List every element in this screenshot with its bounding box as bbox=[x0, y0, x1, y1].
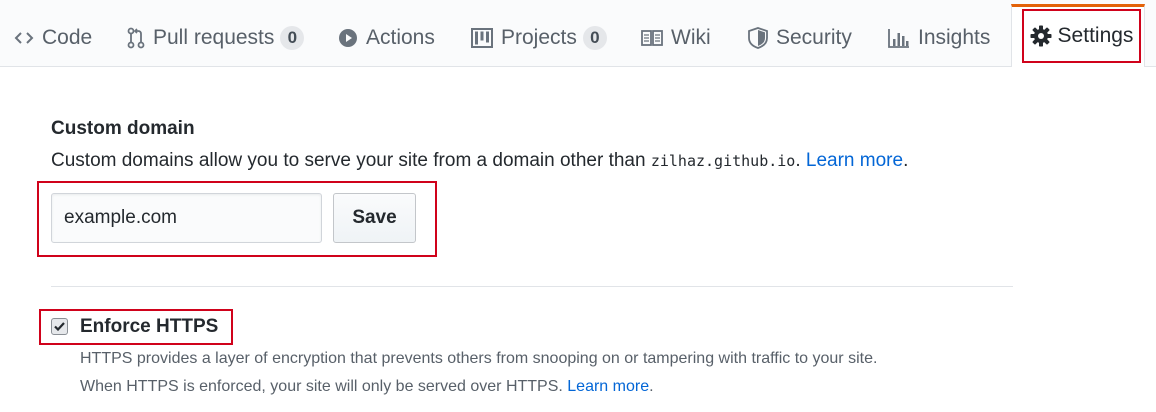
custom-domain-heading: Custom domain bbox=[51, 118, 195, 139]
enforce-https-note-line1: HTTPS provides a layer of encryption tha… bbox=[80, 350, 878, 367]
custom-domain-description-text: Custom domains allow you to serve your s… bbox=[51, 150, 651, 171]
tab-insights-label: Insights bbox=[918, 26, 991, 49]
settings-page: Code Pull requests 0 Actions Projects 0 bbox=[0, 0, 1156, 412]
projects-counter: 0 bbox=[582, 26, 607, 50]
custom-domain-description-end: . bbox=[903, 150, 909, 171]
shield-icon bbox=[748, 27, 768, 49]
tab-actions-label: Actions bbox=[366, 26, 435, 49]
custom-domain-description: Custom domains allow you to serve your s… bbox=[51, 150, 908, 172]
code-icon bbox=[14, 30, 34, 46]
enforce-https-checkbox[interactable] bbox=[51, 318, 68, 335]
enforce-https-note-line2-text: When HTTPS is enforced, your site will o… bbox=[80, 378, 568, 395]
tab-insights[interactable]: Insights bbox=[888, 22, 990, 54]
tab-projects[interactable]: Projects 0 bbox=[471, 22, 607, 54]
save-button[interactable]: Save bbox=[333, 193, 416, 243]
tab-actions[interactable]: Actions bbox=[338, 22, 435, 54]
tab-settings-label: Settings bbox=[1057, 24, 1134, 47]
tab-settings[interactable]: Settings bbox=[1022, 9, 1141, 63]
tab-code[interactable]: Code bbox=[14, 22, 92, 54]
tab-projects-label: Projects bbox=[501, 26, 577, 49]
custom-domain-learn-more-link[interactable]: Learn more bbox=[806, 150, 903, 171]
pull-requests-counter: 0 bbox=[280, 26, 305, 50]
tab-security-label: Security bbox=[776, 26, 852, 49]
enforce-https-note: HTTPS provides a layer of encryption tha… bbox=[80, 345, 1000, 401]
checkmark-icon bbox=[54, 318, 65, 336]
pages-domain: zilhaz.github.io bbox=[650, 152, 796, 170]
book-icon bbox=[641, 29, 663, 47]
gear-icon bbox=[1030, 25, 1052, 47]
enforce-https-note-line2: When HTTPS is enforced, your site will o… bbox=[80, 373, 1000, 401]
tab-pull-requests[interactable]: Pull requests 0 bbox=[127, 22, 305, 54]
enforce-https-note-end: . bbox=[649, 378, 654, 395]
section-divider bbox=[51, 286, 1013, 287]
tab-pull-requests-label: Pull requests bbox=[153, 26, 275, 49]
enforce-https-label[interactable]: Enforce HTTPS bbox=[80, 316, 218, 338]
repo-tab-bar: Code Pull requests 0 Actions Projects 0 bbox=[0, 0, 1156, 67]
project-icon bbox=[471, 28, 493, 48]
pull-request-icon bbox=[127, 27, 145, 49]
enforce-https-learn-more-link[interactable]: Learn more bbox=[567, 378, 649, 395]
custom-domain-description-sep: . bbox=[795, 150, 806, 171]
graph-icon bbox=[888, 28, 910, 48]
play-icon bbox=[338, 28, 358, 48]
tab-wiki[interactable]: Wiki bbox=[641, 22, 711, 54]
tab-security[interactable]: Security bbox=[748, 22, 852, 54]
tab-code-label: Code bbox=[42, 26, 93, 49]
custom-domain-input[interactable] bbox=[51, 193, 322, 243]
tab-wiki-label: Wiki bbox=[671, 26, 711, 49]
